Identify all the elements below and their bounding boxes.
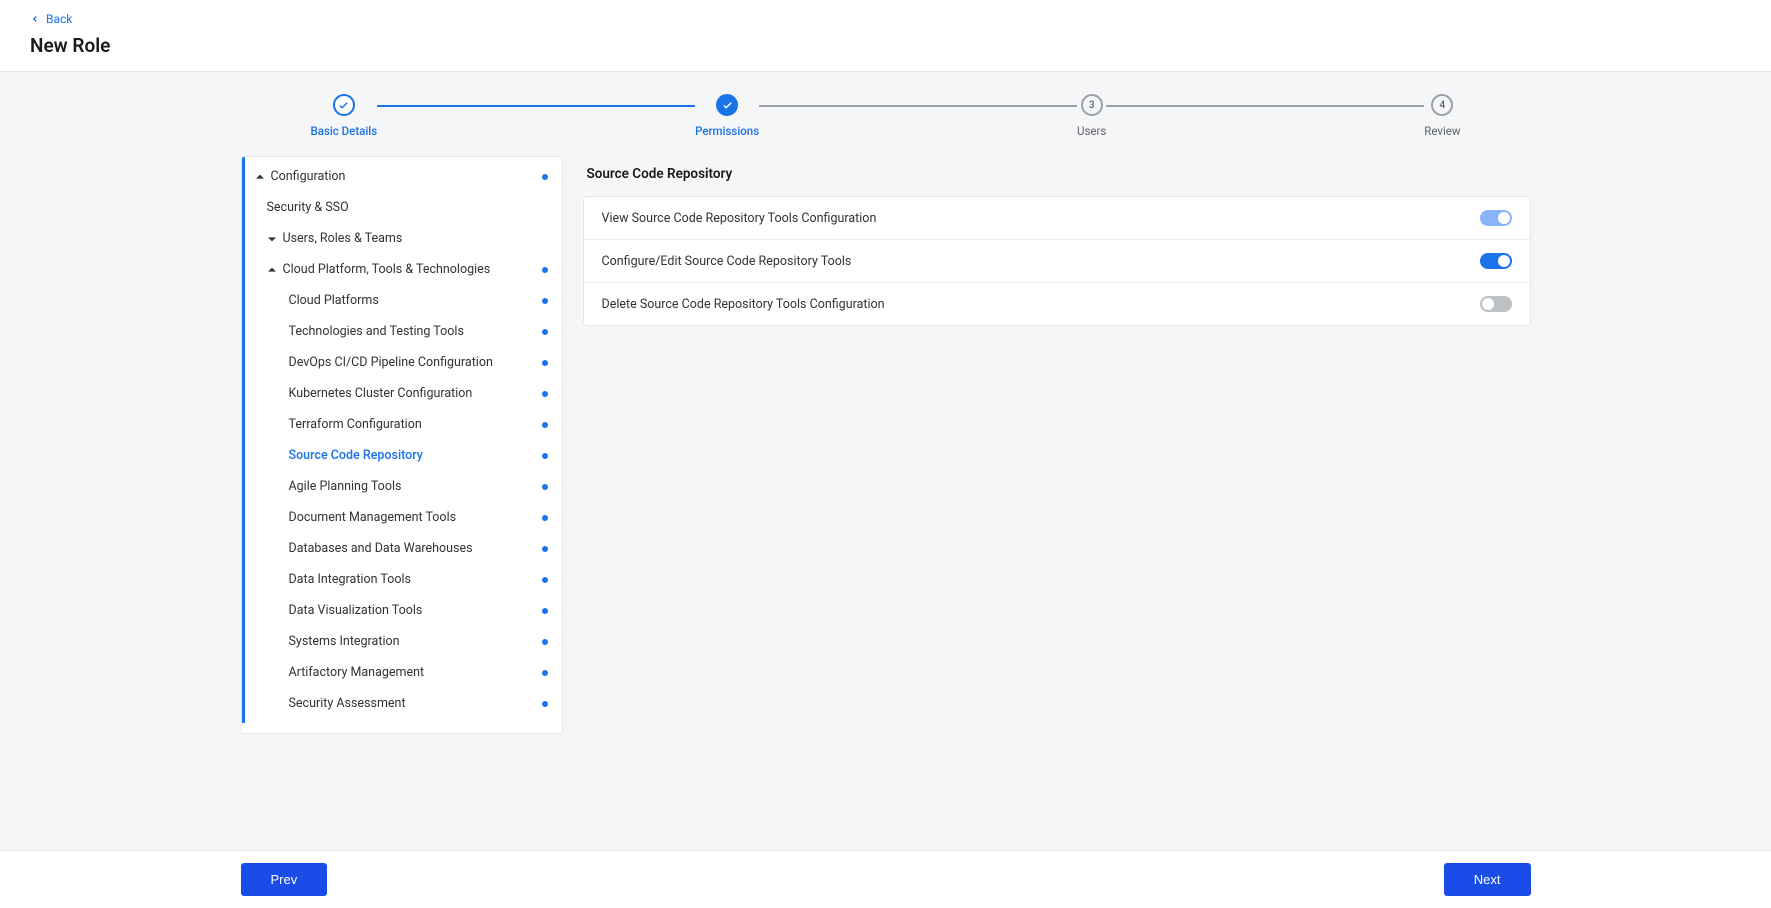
tree-item[interactable]: Security Assessment — [245, 688, 562, 719]
caret-down-icon — [267, 234, 277, 244]
tree-item[interactable]: Artifactory Management — [245, 657, 562, 688]
prev-button[interactable]: Prev — [241, 863, 328, 896]
step-label: Review — [1424, 124, 1460, 138]
modified-indicator-icon — [542, 267, 548, 273]
permission-toggle[interactable] — [1480, 296, 1512, 312]
tree-item[interactable]: Document Management Tools — [245, 502, 562, 533]
tree-item-label: Security Assessment — [289, 696, 406, 711]
tree-item-label: Kubernetes Cluster Configuration — [289, 386, 473, 401]
step-circle-pending: 4 — [1431, 94, 1453, 116]
tree-item-label: Databases and Data Warehouses — [289, 541, 473, 556]
tree-item[interactable]: Databases and Data Warehouses — [245, 533, 562, 564]
tree-item[interactable]: Users, Roles & Teams — [245, 223, 562, 254]
back-label: Back — [46, 12, 72, 26]
modified-indicator-icon — [542, 422, 548, 428]
tree-item-label: DevOps CI/CD Pipeline Configuration — [289, 355, 493, 370]
tree-item-label: Artifactory Management — [289, 665, 425, 680]
modified-indicator-icon — [542, 329, 548, 335]
tree-item-label: Data Visualization Tools — [289, 603, 423, 618]
permissions-card: View Source Code Repository Tools Config… — [583, 196, 1531, 326]
tree-item[interactable]: Cloud Platform, Tools & Technologies — [245, 254, 562, 285]
tree-item-label: Cloud Platform, Tools & Technologies — [283, 262, 491, 277]
page-title: New Role — [30, 34, 1741, 57]
tree-item-label: Cloud Platforms — [289, 293, 379, 308]
step-review[interactable]: 4 Review — [1424, 94, 1460, 138]
caret-up-icon — [255, 172, 265, 182]
step-connector — [1106, 105, 1424, 107]
tree-item-label: Configuration — [271, 169, 346, 184]
modified-indicator-icon — [542, 639, 548, 645]
tree-item[interactable]: Systems Integration — [245, 626, 562, 657]
tree-item[interactable]: Agile Planning Tools — [245, 471, 562, 502]
tree-item-label: Systems Integration — [289, 634, 400, 649]
modified-indicator-icon — [542, 453, 548, 459]
tree-item[interactable]: Configuration — [245, 161, 562, 192]
permission-row: Delete Source Code Repository Tools Conf… — [584, 283, 1530, 325]
permission-toggle[interactable] — [1480, 253, 1512, 269]
tree-item[interactable]: Security & SSO — [245, 192, 562, 223]
tree-item-label: Security & SSO — [267, 200, 349, 215]
modified-indicator-icon — [542, 577, 548, 583]
tree-item-label: Users, Roles & Teams — [283, 231, 403, 246]
permission-row: Configure/Edit Source Code Repository To… — [584, 240, 1530, 283]
modified-indicator-icon — [542, 484, 548, 490]
modified-indicator-icon — [542, 515, 548, 521]
tree-item[interactable]: Data Integration Tools — [245, 564, 562, 595]
tree-item[interactable]: Technologies and Testing Tools — [245, 316, 562, 347]
step-circle-done — [333, 94, 355, 116]
step-label: Users — [1077, 124, 1106, 138]
step-permissions[interactable]: Permissions — [695, 94, 759, 138]
caret-up-icon — [267, 265, 277, 275]
panel-title: Source Code Repository — [583, 156, 1531, 196]
step-circle-active — [716, 94, 738, 116]
step-label: Basic Details — [311, 124, 378, 138]
tree-item[interactable]: DevOps CI/CD Pipeline Configuration — [245, 347, 562, 378]
stepper: Basic Details Permissions 3 Users 4 Revi… — [0, 72, 1771, 156]
tree-item-label: Source Code Repository — [289, 448, 423, 463]
tree-item-label: Data Integration Tools — [289, 572, 411, 587]
modified-indicator-icon — [542, 391, 548, 397]
modified-indicator-icon — [542, 670, 548, 676]
permission-toggle[interactable] — [1480, 210, 1512, 226]
tree-item-label: Technologies and Testing Tools — [289, 324, 464, 339]
tree-item[interactable]: Cloud Platforms — [245, 285, 562, 316]
tree-item-label: Agile Planning Tools — [289, 479, 402, 494]
modified-indicator-icon — [542, 298, 548, 304]
tree-item[interactable]: Source Code Repository — [245, 440, 562, 471]
step-connector — [759, 105, 1077, 107]
step-label: Permissions — [695, 124, 759, 138]
permissions-panel: Source Code Repository View Source Code … — [583, 156, 1531, 734]
tree-item[interactable]: Terraform Configuration — [245, 409, 562, 440]
modified-indicator-icon — [542, 701, 548, 707]
wizard-footer: Prev Next — [0, 850, 1771, 908]
chevron-left-icon — [30, 14, 40, 24]
back-link[interactable]: Back — [30, 12, 72, 26]
check-icon — [338, 100, 349, 111]
next-button[interactable]: Next — [1444, 863, 1531, 896]
permissions-tree-sidebar[interactable]: Configuration Security & SSO Users, Roles … — [241, 156, 563, 734]
tree-item[interactable]: Kubernetes Cluster Configuration — [245, 378, 562, 409]
tree-item[interactable]: Data Visualization Tools — [245, 595, 562, 626]
step-users[interactable]: 3 Users — [1077, 94, 1106, 138]
permission-label: Delete Source Code Repository Tools Conf… — [602, 297, 885, 312]
modified-indicator-icon — [542, 174, 548, 180]
modified-indicator-icon — [542, 608, 548, 614]
tree-item-label: Terraform Configuration — [289, 417, 422, 432]
permission-label: View Source Code Repository Tools Config… — [602, 211, 877, 226]
step-circle-pending: 3 — [1081, 94, 1103, 116]
permission-label: Configure/Edit Source Code Repository To… — [602, 254, 852, 269]
step-basic-details[interactable]: Basic Details — [311, 94, 378, 138]
page-header: Back New Role — [0, 0, 1771, 72]
modified-indicator-icon — [542, 360, 548, 366]
check-icon — [722, 100, 733, 111]
step-connector — [377, 105, 695, 107]
permission-row: View Source Code Repository Tools Config… — [584, 197, 1530, 240]
tree-item-label: Document Management Tools — [289, 510, 457, 525]
modified-indicator-icon — [542, 546, 548, 552]
